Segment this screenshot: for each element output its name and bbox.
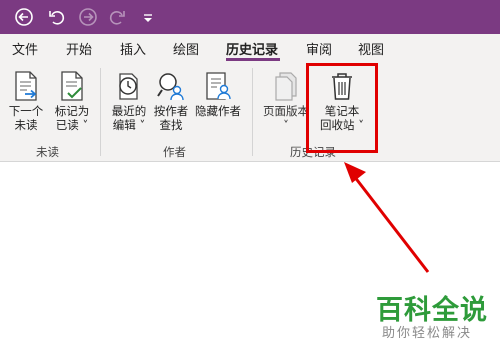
tab-file[interactable]: 文件 [12,39,38,58]
page-versions-dropdown: ˅ [283,118,289,132]
next-unread-label: 下一个 [8,104,44,118]
tab-insert[interactable]: 插入 [120,39,146,58]
group-separator [100,68,101,156]
highlight-box [306,63,378,153]
ribbon: 下一个 未读 标记为 已读 ˅ 未读 最近的 编辑 ˅ 按作者 查找 隐藏作者 作者 页… [0,62,500,162]
undo-icon[interactable] [46,7,66,27]
arrow-annotation [344,162,430,273]
group-separator [252,68,253,156]
recent-edits-icon [114,70,144,102]
group-label-authors: 作者 [163,145,186,159]
next-unread-icon [11,70,41,102]
hide-authors-button[interactable]: 隐藏作者 [193,66,243,138]
tab-view[interactable]: 视图 [358,39,384,58]
watermark-subtitle: 助你轻松解决 [382,326,473,341]
title-bar [0,0,500,34]
hide-authors-label: 隐藏作者 [195,104,241,118]
active-tab-indicator [226,58,280,61]
mark-as-read-button[interactable]: 标记为 已读 ˅ [50,66,94,138]
tab-history[interactable]: 历史记录 [226,39,278,58]
find-by-author-label: 按作者 [153,104,189,118]
find-by-author-button[interactable]: 按作者 查找 [150,66,192,138]
find-by-author-icon [156,70,186,102]
tab-review[interactable]: 审阅 [306,39,332,58]
find-by-author-label-2: 查找 [159,118,183,132]
recent-edits-button[interactable]: 最近的 编辑 ˅ [108,66,150,138]
mark-as-read-label: 标记为 [54,104,90,118]
mark-as-read-label-2: 已读 ˅ [55,118,89,132]
next-unread-label-2: 未读 [14,118,38,132]
page-versions-button[interactable]: 页面版本 ˅ [260,66,312,138]
recent-edits-label: 最近的 [111,104,147,118]
tab-home[interactable]: 开始 [66,39,92,58]
next-unread-button[interactable]: 下一个 未读 [6,66,46,138]
group-label-unread: 未读 [36,145,59,159]
tab-draw[interactable]: 绘图 [173,39,199,58]
mark-as-read-icon [57,70,87,102]
page-versions-icon [271,70,301,102]
customize-quick-access-icon[interactable] [138,7,158,27]
hide-authors-icon [203,70,233,102]
redo-icon[interactable] [108,7,128,27]
page-versions-label: 页面版本 [263,104,309,118]
back-icon[interactable] [14,7,34,27]
recent-edits-label-2: 编辑 ˅ [112,118,146,132]
forward-icon[interactable] [78,7,98,27]
